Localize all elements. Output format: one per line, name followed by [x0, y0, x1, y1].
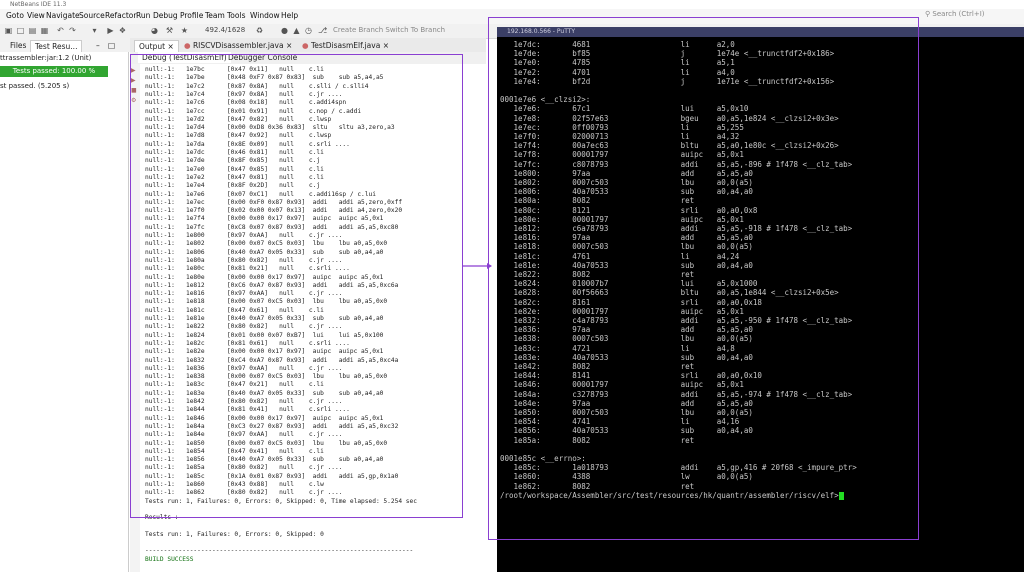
ide-title-bar: NetBeans IDE 11.3 — [0, 0, 1024, 9]
menu-navigate[interactable]: Navigate — [46, 11, 80, 20]
debug-icon[interactable]: ❖ — [118, 26, 127, 35]
ide-title: NetBeans IDE 11.3 — [10, 1, 67, 8]
menu-goto[interactable]: Goto — [6, 11, 24, 20]
tab-output[interactable]: Output × — [134, 40, 179, 52]
menu-run[interactable]: Run — [136, 11, 150, 20]
console-line: Tests run: 1, Failures: 0, Errors: 0, Sk… — [145, 530, 324, 538]
test-progress-label: Tests passed: 100.00 % — [12, 67, 96, 75]
gc-icon[interactable]: ♻ — [255, 26, 264, 35]
save-all-icon[interactable]: ▦ — [40, 26, 49, 35]
tab-test-disasm-elf-label: TestDisasmElf.java — [310, 41, 381, 50]
vcs-history-icon[interactable]: ◷ — [304, 26, 313, 35]
menu-view[interactable]: View — [27, 11, 45, 20]
left-panel-tabs: Files Test Resu... – □ — [0, 38, 130, 52]
java-file-icon: ● — [302, 41, 309, 50]
vcs-update-icon[interactable]: ▲ — [292, 26, 301, 35]
panel-restore-icon[interactable]: □ — [104, 40, 119, 51]
highlight-box-left — [130, 54, 463, 518]
search-placeholder: Search (Ctrl+I) — [932, 10, 985, 18]
build-icon[interactable]: ⚒ — [165, 26, 174, 35]
test-progress-bar: Tests passed: 100.00 % — [0, 66, 108, 77]
new-file-icon[interactable]: □ — [16, 26, 25, 35]
search-icon: ⚲ — [925, 10, 931, 18]
menu-window[interactable]: Window — [250, 11, 280, 20]
run-icon[interactable]: ▶ — [106, 26, 115, 35]
menu-help[interactable]: Help — [281, 11, 298, 20]
menu-debug[interactable]: Debug — [153, 11, 178, 20]
tab-test-results[interactable]: Test Resu... — [30, 40, 83, 52]
vcs-branch-actions[interactable]: Create Branch Switch To Branch — [333, 26, 445, 34]
editor-tabs: Output × ● RISCVDisassembler.java × ● Te… — [130, 38, 486, 52]
arrow-icon — [462, 263, 492, 269]
menu-team[interactable]: Team — [205, 11, 225, 20]
profile-icon[interactable]: ◕ — [150, 26, 159, 35]
close-icon[interactable]: × — [167, 42, 173, 51]
new-project-icon[interactable]: ▣ — [4, 26, 13, 35]
config-dropdown-icon[interactable]: ▾ — [90, 26, 99, 35]
tab-files[interactable]: Files — [6, 40, 30, 51]
search-box[interactable]: ⚲ Search (Ctrl+I) — [925, 10, 1020, 22]
panel-minimize-icon[interactable]: – — [92, 40, 104, 51]
test-results-panel: ttrassembler:jar:1.2 (Unit) Tests passed… — [0, 52, 129, 572]
open-icon[interactable]: ▤ — [28, 26, 37, 35]
clean-build-icon[interactable]: ★ — [180, 26, 189, 35]
console-line: BUILD SUCCESS — [145, 555, 194, 563]
highlight-box-right — [488, 17, 919, 540]
menu-tools[interactable]: Tools — [227, 11, 245, 20]
tab-test-disasm-elf[interactable]: ● TestDisasmElf.java × — [298, 40, 393, 51]
test-suite-node[interactable]: ttrassembler:jar:1.2 (Unit) — [0, 54, 91, 62]
redo-icon[interactable]: ↷ — [68, 26, 77, 35]
tab-output-label: Output — [139, 42, 166, 51]
tab-riscv-disassembler-label: RISCVDisassembler.java — [192, 41, 284, 50]
menu-source[interactable]: Source — [79, 11, 105, 20]
tab-riscv-disassembler[interactable]: ● RISCVDisassembler.java × — [180, 40, 296, 51]
test-summary: st passed. (5.205 s) — [0, 82, 70, 90]
console-line: ----------------------------------------… — [145, 547, 414, 555]
close-icon[interactable]: × — [286, 41, 292, 50]
vcs-commit-icon[interactable]: ● — [280, 26, 289, 35]
vcs-branch-icon[interactable]: ⎇ — [318, 26, 327, 35]
menu-refactor[interactable]: Refactor — [105, 11, 136, 20]
memory-indicator[interactable]: 492.4/1628 — [205, 26, 245, 34]
close-icon[interactable]: × — [383, 41, 389, 50]
undo-icon[interactable]: ↶ — [56, 26, 65, 35]
java-file-icon: ● — [184, 41, 191, 50]
menu-profile[interactable]: Profile — [180, 11, 203, 20]
